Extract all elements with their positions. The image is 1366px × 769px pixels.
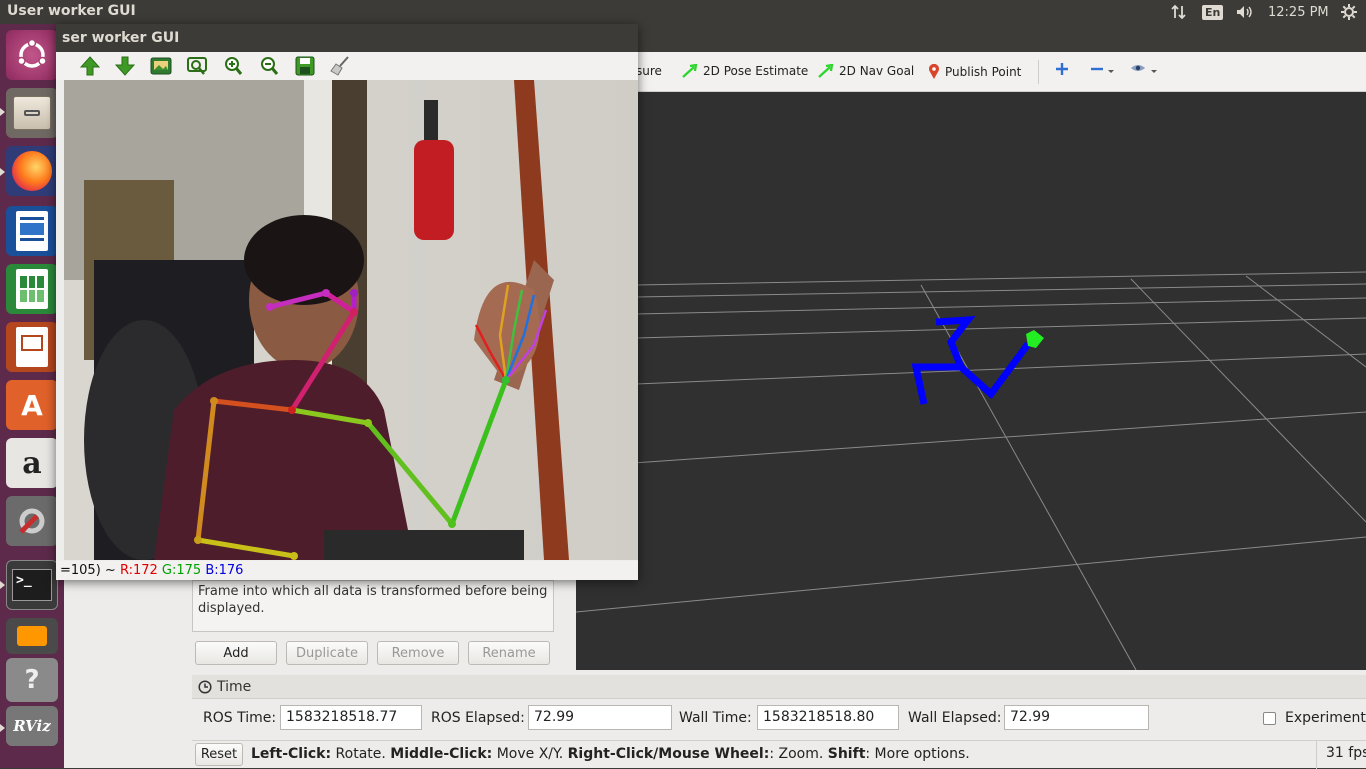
ros-elapsed-label: ROS Elapsed: (431, 710, 525, 726)
clock-icon (198, 679, 212, 694)
green-value: G:175 (161, 563, 202, 578)
3d-viewport[interactable] (576, 92, 1366, 670)
user-worker-window: ser worker GUI =105) ~ R:172 G:175 B:176 (56, 24, 638, 580)
experimental-label: Experimenta (1285, 710, 1366, 726)
status-bar: Reset Left-Click: Rotate. Middle-Click: … (192, 740, 1366, 769)
ros-time-label: ROS Time: (203, 710, 277, 726)
user-worker-title[interactable]: ser worker GUI (56, 24, 638, 52)
experimental-checkbox[interactable] (1263, 712, 1276, 725)
pan-down-icon[interactable] (114, 56, 136, 76)
publish-point-tool[interactable]: Publish Point (928, 64, 1021, 80)
running-indicator (0, 724, 5, 732)
writer-icon[interactable] (6, 206, 58, 256)
zoom-fit-icon[interactable] (186, 56, 208, 76)
right-click-key: Right-Click/Mouse Wheel: (567, 746, 770, 762)
zoom-in-icon[interactable] (222, 56, 244, 76)
keyboard-layout-icon[interactable]: En (1202, 0, 1224, 24)
middle-click-action: Move X/Y. (492, 746, 568, 762)
pose-estimate-tool[interactable]: 2D Pose Estimate (682, 64, 808, 78)
shift-key: Shift (827, 746, 866, 762)
active-window-title: User worker GUI (7, 3, 136, 19)
keyboard-layout-label: En (1202, 4, 1224, 20)
clock[interactable]: 12:25 PM (1268, 0, 1329, 24)
running-indicator (0, 581, 5, 589)
impress-icon[interactable] (6, 322, 58, 372)
reset-button[interactable]: Reset (195, 743, 243, 766)
help-icon[interactable]: ? (6, 658, 58, 702)
pose-estimate-label: 2D Pose Estimate (703, 64, 809, 78)
network-arrows-icon[interactable] (1170, 0, 1188, 24)
amazon-icon[interactable]: a (6, 438, 58, 488)
rename-display-button[interactable]: Rename (468, 641, 550, 665)
pixel-info-status: =105) ~ R:172 G:175 B:176 (56, 561, 638, 580)
ground-grid (576, 271, 1366, 670)
map-pin-icon (929, 64, 939, 79)
sublime-icon[interactable] (6, 618, 58, 654)
top-panel: User worker GUI En 12:25 PM (0, 0, 1366, 24)
time-panel-title: Time (217, 678, 252, 695)
blue-value: B:176 (205, 563, 244, 578)
property-description: Frame into which all data is transformed… (192, 580, 554, 632)
pan-up-icon[interactable] (79, 56, 101, 76)
wall-time-label: Wall Time: (679, 710, 752, 726)
rviz-icon[interactable]: RViz (6, 706, 58, 746)
left-click-action: Rotate. (331, 746, 391, 762)
wall-time-field[interactable]: 1583218518.80 (757, 705, 899, 730)
clear-icon[interactable] (329, 56, 351, 76)
shift-action: : More options. (865, 746, 970, 762)
add-display-button[interactable]: Add (195, 641, 277, 665)
fps-indicator: 31 fps (1316, 741, 1366, 769)
ros-elapsed-field[interactable]: 72.99 (528, 705, 672, 730)
duplicate-display-button[interactable]: Duplicate (286, 641, 368, 665)
save-icon[interactable] (294, 56, 316, 76)
system-settings-icon[interactable] (6, 496, 58, 546)
green-arrow-icon (818, 64, 834, 78)
remove-display-button[interactable]: Remove (377, 641, 459, 665)
running-indicator (0, 108, 5, 116)
ros-time-field[interactable]: 1583218518.77 (280, 705, 422, 730)
volume-icon[interactable] (1235, 0, 1255, 24)
pose-overlay-image (64, 80, 638, 560)
unity-launcher: A a >_ ? RViz (0, 24, 64, 768)
pixel-coordinate-text: =105) ~ (60, 563, 120, 578)
view-eye-icon[interactable] (1130, 62, 1160, 76)
clock-text: 12:25 PM (1268, 4, 1329, 20)
zoom-out-icon[interactable] (258, 56, 280, 76)
displays-panel-bottom: Frame into which all data is transformed… (192, 580, 556, 670)
mouse-help-text: Left-Click: Rotate. Middle-Click: Move X… (251, 746, 970, 762)
user-worker-title-text: ser worker GUI (62, 30, 180, 46)
green-arrow-icon (682, 64, 698, 78)
camera-feed-image[interactable] (64, 80, 638, 560)
calc-icon[interactable] (6, 264, 58, 314)
files-icon[interactable] (6, 88, 58, 138)
left-click-key: Left-Click: (251, 746, 332, 762)
ubuntu-dash-icon[interactable] (6, 30, 58, 80)
grid-and-skeleton (576, 271, 1366, 670)
publish-point-label: Publish Point (945, 65, 1022, 79)
time-panel-header: Time (192, 675, 1366, 699)
nav-goal-tool[interactable]: 2D Nav Goal (818, 64, 914, 78)
image-toolbar (56, 52, 638, 80)
add-tool-plus-icon[interactable] (1055, 62, 1069, 76)
right-click-action: : Zoom. (769, 746, 828, 762)
running-indicator (0, 168, 5, 176)
firefox-icon[interactable] (6, 146, 58, 196)
nav-goal-label: 2D Nav Goal (839, 64, 915, 78)
measure-tool[interactable]: sure (636, 64, 662, 78)
remove-tool-minus-icon[interactable] (1090, 62, 1116, 76)
measure-label: sure (636, 64, 662, 78)
wall-elapsed-field[interactable]: 72.99 (1004, 705, 1149, 730)
middle-click-key: Middle-Click: (390, 746, 493, 762)
image-icon[interactable] (150, 56, 172, 76)
red-value: R:172 (119, 563, 158, 578)
software-center-icon[interactable]: A (6, 380, 58, 430)
toolbar-separator (1038, 60, 1039, 84)
terminal-icon[interactable]: >_ (6, 560, 58, 610)
wall-elapsed-label: Wall Elapsed: (908, 710, 1002, 726)
system-gear-icon[interactable] (1340, 0, 1358, 24)
